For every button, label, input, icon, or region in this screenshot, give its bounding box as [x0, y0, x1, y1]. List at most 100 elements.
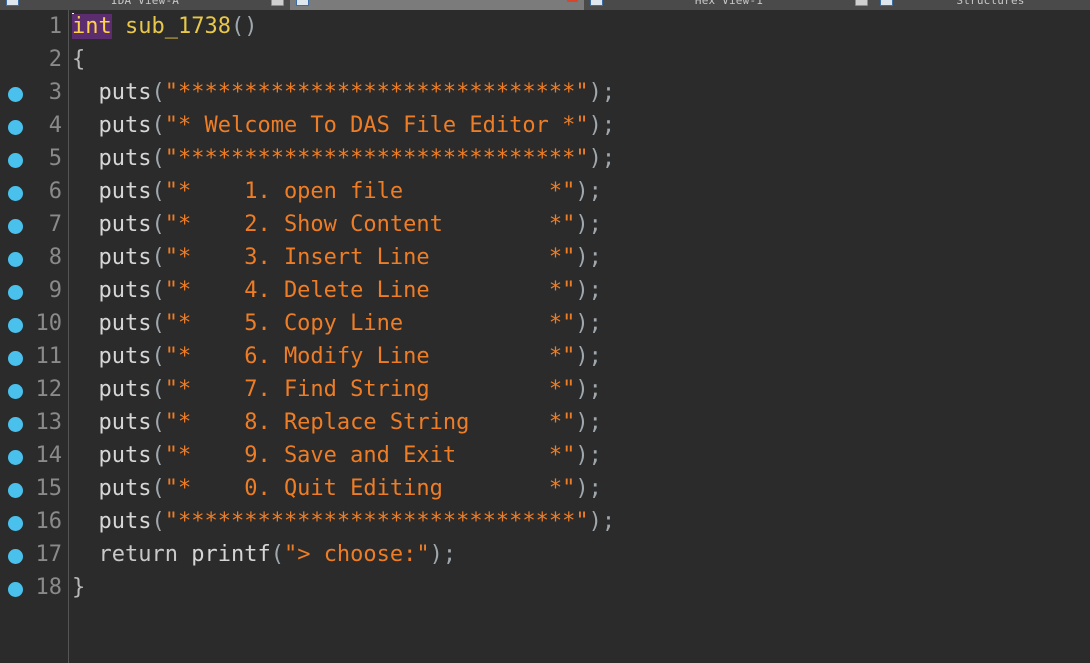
code-line[interactable]: 9 puts("* 4. Delete Line *"); — [0, 274, 1090, 307]
line-number: 2 — [48, 47, 62, 72]
tab-strip: IDA View-A Hex View-1 Structures — [0, 0, 1090, 10]
token-punct: ); — [575, 476, 602, 501]
tab-structures[interactable]: Structures — [874, 0, 1090, 10]
token-punct: ); — [588, 113, 616, 138]
line-number: 15 — [35, 476, 63, 501]
code-line[interactable]: 3 puts("******************************")… — [0, 76, 1090, 109]
line-number: 3 — [48, 80, 62, 105]
line-number: 17 — [35, 542, 63, 567]
token-kw-hl: int — [72, 14, 112, 39]
code-line[interactable]: 18} — [0, 571, 1090, 604]
token-str: "******************************" — [164, 146, 589, 171]
document-icon — [880, 0, 893, 6]
tab-label: IDA View-A — [110, 0, 180, 7]
line-source[interactable]: puts("* 3. Insert Line *"); — [72, 241, 601, 274]
code-line[interactable]: 14 puts("* 9. Save and Exit *"); — [0, 439, 1090, 472]
line-source[interactable]: puts("* 9. Save and Exit *"); — [72, 439, 601, 472]
code-line[interactable]: 6 puts("* 1. open file *"); — [0, 175, 1090, 208]
line-number: 9 — [48, 278, 62, 303]
token-punct: ); — [588, 509, 616, 534]
token-punct: ( — [270, 542, 284, 567]
token-str: "* Welcome To DAS File Editor *" — [164, 113, 589, 138]
line-number: 6 — [48, 179, 62, 204]
line-source[interactable]: puts("******************************"); — [72, 76, 615, 109]
line-source[interactable]: } — [72, 571, 85, 604]
token-fncall: puts — [72, 377, 152, 402]
tab-pseudocode-active[interactable] — [290, 0, 584, 10]
line-source[interactable]: puts("* 8. Replace String *"); — [72, 406, 602, 439]
tab-hex-view-1[interactable]: Hex View-1 — [584, 0, 874, 10]
token-fncall: printf — [191, 542, 271, 567]
token-fncall: puts — [72, 443, 152, 468]
token-punct: ( — [151, 344, 165, 369]
token-punct: ( — [151, 146, 165, 171]
line-source[interactable]: { — [72, 43, 85, 76]
line-source[interactable]: int sub_1738() — [72, 10, 257, 43]
line-source[interactable]: return printf("> choose:"); — [72, 538, 456, 571]
close-icon[interactable] — [855, 0, 868, 6]
token-fncall: puts — [72, 476, 152, 501]
token-punct: ( — [151, 245, 165, 270]
close-icon-red[interactable] — [567, 0, 578, 2]
token-punct: ); — [575, 410, 602, 435]
line-source[interactable]: puts("* 4. Delete Line *"); — [72, 274, 602, 307]
code-line[interactable]: 13 puts("* 8. Replace String *"); — [0, 406, 1090, 439]
token-punct: ( — [151, 410, 165, 435]
token-punct: ); — [575, 377, 602, 402]
close-icon[interactable] — [271, 0, 284, 6]
token-fncall: puts — [72, 212, 152, 237]
token-str: "* 0. Quit Editing *" — [164, 476, 576, 501]
code-line[interactable]: 8 puts("* 3. Insert Line *"); — [0, 241, 1090, 274]
line-number: 8 — [48, 245, 62, 270]
token-punct: ( — [151, 476, 165, 501]
code-line[interactable]: 1 int sub_1738() — [0, 10, 1090, 43]
code-line[interactable]: 5 puts("******************************")… — [0, 142, 1090, 175]
code-line[interactable]: 7 puts("* 2. Show Content *"); — [0, 208, 1090, 241]
line-number: 13 — [35, 410, 63, 435]
token-punct: ( — [151, 311, 165, 336]
line-source[interactable]: puts("******************************"); — [72, 505, 615, 538]
line-source[interactable]: puts("* 1. open file *"); — [72, 175, 601, 208]
token-str: "* 1. open file *" — [164, 179, 576, 204]
code-line[interactable]: 15 puts("* 0. Quit Editing *"); — [0, 472, 1090, 505]
token-punct: ( — [151, 113, 165, 138]
token-punct: ( — [151, 377, 165, 402]
token-brace: } — [72, 575, 86, 600]
code-line[interactable]: 11 puts("* 6. Modify Line *"); — [0, 340, 1090, 373]
token-fncall: puts — [72, 311, 152, 336]
line-number: 16 — [35, 509, 63, 534]
code-line[interactable]: 16 puts("******************************"… — [0, 505, 1090, 538]
tab-ida-view-a[interactable]: IDA View-A — [0, 0, 290, 10]
code-line[interactable]: 12 puts("* 7. Find String *"); — [0, 373, 1090, 406]
pseudocode-editor[interactable]: 1 int sub_1738() 2{3 puts("***************… — [0, 10, 1090, 663]
line-source[interactable]: puts("* 0. Quit Editing *"); — [72, 472, 602, 505]
token-fncall: puts — [72, 509, 152, 534]
token-punct: ); — [575, 278, 602, 303]
line-source[interactable]: puts("* 5. Copy Line *"); — [72, 307, 601, 340]
code-line[interactable]: 10 puts("* 5. Copy Line *"); — [0, 307, 1090, 340]
code-lines[interactable]: 1 int sub_1738() 2{3 puts("***************… — [0, 10, 1090, 604]
token-fncall: puts — [72, 146, 152, 171]
line-number: 18 — [35, 575, 63, 600]
token-punct: ); — [575, 344, 602, 369]
token-ret: return — [72, 542, 192, 567]
token-str: "* 3. Insert Line *" — [164, 245, 576, 270]
line-source[interactable]: puts("* 6. Modify Line *"); — [72, 340, 602, 373]
line-source[interactable]: puts("******************************"); — [72, 142, 615, 175]
token-fn: sub_1738 — [125, 14, 231, 39]
token-punct: () — [230, 14, 258, 39]
code-line[interactable]: 4 puts("* Welcome To DAS File Editor *")… — [0, 109, 1090, 142]
line-source[interactable]: puts("* 2. Show Content *"); — [72, 208, 601, 241]
token-str: "* 9. Save and Exit *" — [164, 443, 576, 468]
line-source[interactable]: puts("* 7. Find String *"); — [72, 373, 602, 406]
code-line[interactable]: 2{ — [0, 43, 1090, 76]
token-punct: ( — [151, 509, 165, 534]
token-brace: { — [72, 47, 86, 72]
token-str: "* 4. Delete Line *" — [164, 278, 576, 303]
code-line[interactable]: 17 return printf("> choose:"); — [0, 538, 1090, 571]
token-punct: ( — [151, 179, 165, 204]
line-number: 10 — [35, 311, 63, 336]
token-punct: ( — [151, 80, 165, 105]
line-source[interactable]: puts("* Welcome To DAS File Editor *"); — [72, 109, 615, 142]
